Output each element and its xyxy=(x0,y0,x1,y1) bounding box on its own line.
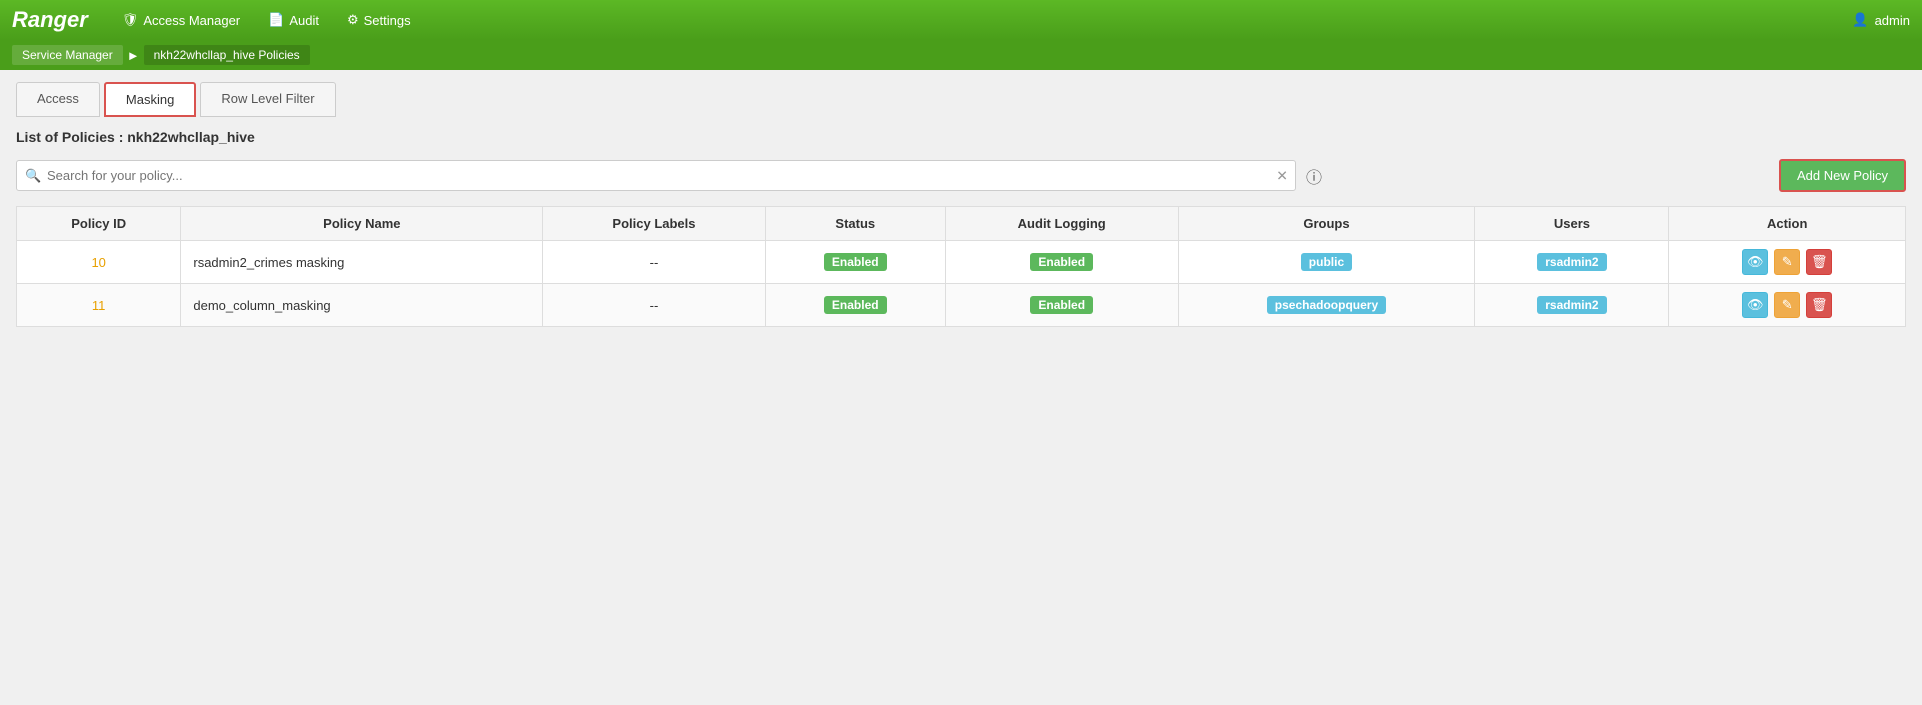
cell-audit-0: Enabled xyxy=(945,241,1178,284)
cell-status-0: Enabled xyxy=(765,241,945,284)
cell-audit-1: Enabled xyxy=(945,284,1178,327)
app-logo: Ranger xyxy=(12,7,88,33)
col-groups: Groups xyxy=(1178,207,1475,241)
add-new-policy-button[interactable]: Add New Policy xyxy=(1779,159,1906,192)
edit-button-0[interactable]: ✎ xyxy=(1774,249,1800,275)
search-input[interactable] xyxy=(16,160,1296,191)
admin-label: admin xyxy=(1875,13,1910,28)
col-policy-name: Policy Name xyxy=(181,207,543,241)
tab-bar: Access Masking Row Level Filter xyxy=(16,82,1906,117)
file-icon: 📄 xyxy=(268,12,284,28)
search-icon: 🔍 xyxy=(25,168,41,184)
breadcrumb-bar: Service Manager ► nkh22whcllap_hive Poli… xyxy=(0,40,1922,70)
cell-users-0: rsadmin2 xyxy=(1475,241,1669,284)
group-badge-0: public xyxy=(1301,253,1352,271)
col-audit-logging: Audit Logging xyxy=(945,207,1178,241)
admin-area: 👤 admin xyxy=(1852,12,1910,28)
cell-policy-labels-0: -- xyxy=(543,241,765,284)
nav-access-manager[interactable]: 🛡 Access Manager xyxy=(108,0,254,40)
action-icons-1: 👁 ✎ 🗑 xyxy=(1681,292,1893,318)
tab-masking[interactable]: Masking xyxy=(104,82,196,117)
nav-access-manager-label: Access Manager xyxy=(143,13,240,28)
user-badge-1: rsadmin2 xyxy=(1537,296,1606,314)
top-navigation: Ranger 🛡 Access Manager 📄 Audit ⚙ Settin… xyxy=(0,0,1922,40)
view-button-1[interactable]: 👁 xyxy=(1742,292,1768,318)
cell-policy-name-1: demo_column_masking xyxy=(181,284,543,327)
action-icons-0: 👁 ✎ 🗑 xyxy=(1681,249,1893,275)
nav-audit-label: Audit xyxy=(289,13,319,28)
search-row: 🔍 ✕ ⓘ Add New Policy xyxy=(16,159,1906,192)
table-header-row: Policy ID Policy Name Policy Labels Stat… xyxy=(17,207,1906,241)
breadcrumb-service-manager[interactable]: Service Manager xyxy=(12,45,123,65)
cell-policy-labels-1: -- xyxy=(543,284,765,327)
view-button-0[interactable]: 👁 xyxy=(1742,249,1768,275)
page-content: Access Masking Row Level Filter List of … xyxy=(0,70,1922,339)
info-icon[interactable]: ⓘ xyxy=(1306,164,1322,188)
cell-action-0: 👁 ✎ 🗑 xyxy=(1669,241,1906,284)
delete-button-0[interactable]: 🗑 xyxy=(1806,249,1832,275)
status-badge-0: Enabled xyxy=(824,253,887,271)
nav-settings[interactable]: ⚙ Settings xyxy=(333,0,425,40)
breadcrumb-separator: ► xyxy=(127,48,140,63)
group-badge-1: psechadoopquery xyxy=(1267,296,1386,314)
col-policy-id: Policy ID xyxy=(17,207,181,241)
cell-groups-1: psechadoopquery xyxy=(1178,284,1475,327)
gear-icon: ⚙ xyxy=(347,12,359,28)
shield-icon: 🛡 xyxy=(122,12,139,28)
col-status: Status xyxy=(765,207,945,241)
policy-id-value-0: 10 xyxy=(91,255,105,270)
delete-button-1[interactable]: 🗑 xyxy=(1806,292,1832,318)
search-clear-icon[interactable]: ✕ xyxy=(1276,167,1288,184)
user-badge-0: rsadmin2 xyxy=(1537,253,1606,271)
nav-items: 🛡 Access Manager 📄 Audit ⚙ Settings xyxy=(108,0,1853,40)
audit-badge-0: Enabled xyxy=(1030,253,1093,271)
status-badge-1: Enabled xyxy=(824,296,887,314)
breadcrumb-policies[interactable]: nkh22whcllap_hive Policies xyxy=(144,45,310,65)
user-icon: 👤 xyxy=(1852,12,1868,28)
policy-table: Policy ID Policy Name Policy Labels Stat… xyxy=(16,206,1906,327)
cell-users-1: rsadmin2 xyxy=(1475,284,1669,327)
cell-groups-0: public xyxy=(1178,241,1475,284)
col-policy-labels: Policy Labels xyxy=(543,207,765,241)
nav-audit[interactable]: 📄 Audit xyxy=(254,0,333,40)
cell-policy-id-0: 10 xyxy=(17,241,181,284)
policy-id-value-1: 11 xyxy=(92,298,106,313)
cell-policy-name-0: rsadmin2_crimes masking xyxy=(181,241,543,284)
tab-row-level-filter[interactable]: Row Level Filter xyxy=(200,82,335,117)
nav-settings-label: Settings xyxy=(364,13,411,28)
table-row: 10 rsadmin2_crimes masking -- Enabled En… xyxy=(17,241,1906,284)
edit-button-1[interactable]: ✎ xyxy=(1774,292,1800,318)
table-row: 11 demo_column_masking -- Enabled Enable… xyxy=(17,284,1906,327)
search-wrapper: 🔍 ✕ xyxy=(16,160,1296,191)
tab-access[interactable]: Access xyxy=(16,82,100,117)
cell-action-1: 👁 ✎ 🗑 xyxy=(1669,284,1906,327)
col-action: Action xyxy=(1669,207,1906,241)
audit-badge-1: Enabled xyxy=(1030,296,1093,314)
cell-policy-id-1: 11 xyxy=(17,284,181,327)
cell-status-1: Enabled xyxy=(765,284,945,327)
page-title: List of Policies : nkh22whcllap_hive xyxy=(16,129,1906,145)
col-users: Users xyxy=(1475,207,1669,241)
